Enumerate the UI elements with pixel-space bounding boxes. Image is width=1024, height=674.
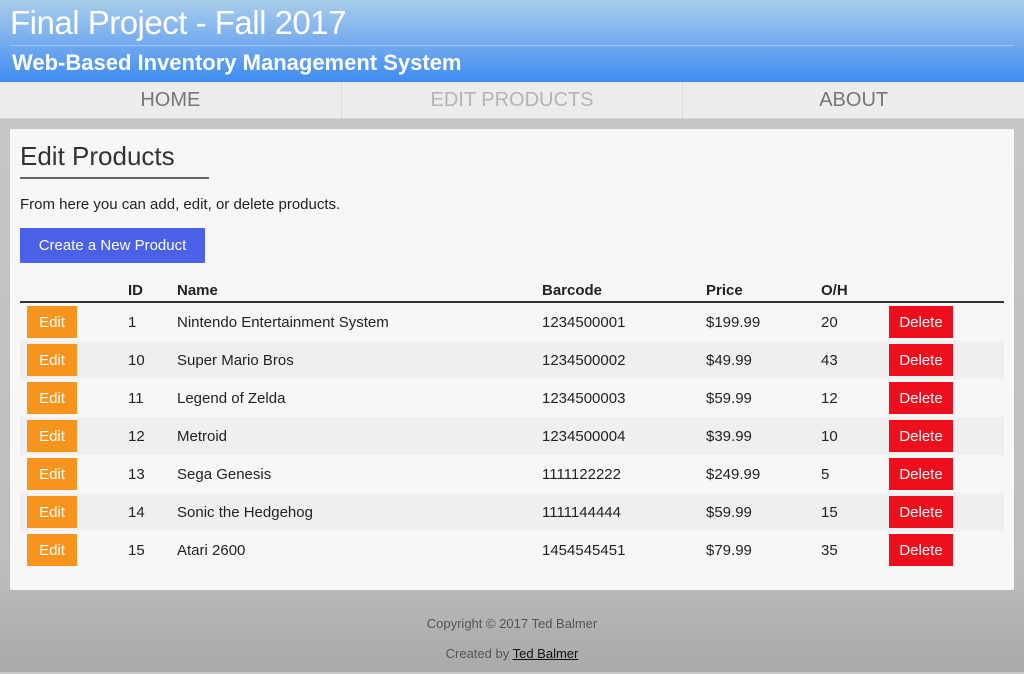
column-header-on-hand: O/H <box>821 276 889 303</box>
edit-cell: Edit <box>20 341 128 379</box>
product-barcode: 1454545451 <box>542 541 626 559</box>
table-row: Edit 13 Sega Genesis 1111122222 $249.99 … <box>20 455 1004 493</box>
delete-button[interactable]: Delete <box>889 306 953 338</box>
page-title: Edit Products <box>20 141 175 171</box>
product-id: 12 <box>128 417 177 455</box>
delete-button[interactable]: Delete <box>889 344 953 376</box>
product-id: 10 <box>128 341 177 379</box>
product-barcode: 1234500001 <box>542 313 626 331</box>
table-row: Edit 14 Sonic the Hedgehog 1111144444 $5… <box>20 493 1004 531</box>
product-barcode: 1111122222 <box>542 465 621 483</box>
product-on-hand: 15 <box>821 493 889 531</box>
nav-about[interactable]: ABOUT <box>683 82 1024 118</box>
delete-button[interactable]: Delete <box>889 496 953 528</box>
delete-cell: Delete <box>889 379 1004 417</box>
column-header-price: Price <box>706 276 821 303</box>
edit-cell: Edit <box>20 379 128 417</box>
author-link[interactable]: Ted Balmer <box>513 646 579 661</box>
edit-button[interactable]: Edit <box>27 420 77 452</box>
delete-button[interactable]: Delete <box>889 458 953 490</box>
product-price: $199.99 <box>706 313 761 331</box>
intro-text: From here you can add, edit, or delete p… <box>20 196 341 213</box>
product-id: 14 <box>128 493 177 531</box>
product-name: Sonic the Hedgehog <box>177 493 542 531</box>
delete-cell: Delete <box>889 455 1004 493</box>
product-on-hand: 10 <box>821 417 889 455</box>
product-on-hand: 20 <box>821 313 838 331</box>
product-price: $49.99 <box>706 341 821 379</box>
product-name: Metroid <box>177 417 542 455</box>
product-price: $59.99 <box>706 493 821 531</box>
product-barcode: 1234500002 <box>542 341 706 379</box>
table-row: Edit 10 Super Mario Bros 1234500002 $49.… <box>20 341 1004 379</box>
edit-cell: Edit <box>20 417 128 455</box>
edit-cell: Edit <box>20 455 128 493</box>
product-id: 11 <box>128 389 144 407</box>
product-on-hand: 5 <box>821 465 830 483</box>
delete-button[interactable]: Delete <box>889 382 953 414</box>
create-product-button[interactable]: Create a New Product <box>20 228 205 263</box>
product-id: 1 <box>128 313 137 331</box>
column-header-delete <box>889 276 1004 303</box>
edit-button[interactable]: Edit <box>27 382 77 414</box>
edit-button[interactable]: Edit <box>27 458 77 490</box>
site-header: Final Project - Fall 2017 Web-Based Inve… <box>0 0 1024 82</box>
column-header-name: Name <box>177 276 542 303</box>
delete-cell: Delete <box>889 417 1004 455</box>
column-header-id: ID <box>128 276 177 303</box>
delete-cell: Delete <box>889 341 1004 379</box>
edit-cell: Edit <box>20 493 128 531</box>
edit-cell: Edit <box>20 531 128 569</box>
product-barcode: 1234500003 <box>542 389 626 407</box>
product-barcode: 1234500004 <box>542 417 706 455</box>
table-header-row: ID Name Barcode Price O/H <box>20 276 1004 303</box>
product-price: $39.99 <box>706 417 821 455</box>
table-row: Edit 11 Legend of Zelda 1234500003 $59.9… <box>20 379 1004 417</box>
product-name: Legend of Zelda <box>177 389 286 407</box>
product-on-hand: 43 <box>821 341 889 379</box>
site-footer: Copyright © 2017 Ted Balmer Created by T… <box>0 614 1024 674</box>
delete-cell: Delete <box>889 493 1004 531</box>
product-name: Super Mario Bros <box>177 341 542 379</box>
table-row: Edit 15 Atari 2600 1454545451 $79.99 35 … <box>20 531 1004 569</box>
main-nav: HOME EDIT PRODUCTS ABOUT <box>0 82 1024 119</box>
column-header-actions <box>20 276 128 303</box>
edit-button[interactable]: Edit <box>27 534 77 566</box>
delete-button[interactable]: Delete <box>889 534 953 566</box>
site-title: Final Project - Fall 2017 <box>10 4 346 41</box>
product-on-hand: 35 <box>821 541 838 559</box>
product-price: $249.99 <box>706 465 761 483</box>
delete-button[interactable]: Delete <box>889 420 953 452</box>
product-name: Sega Genesis <box>177 465 272 483</box>
table-row: Edit 1 Nintendo Entertainment System 123… <box>20 302 1004 341</box>
product-name: Nintendo Entertainment System <box>177 313 389 331</box>
product-price: $59.99 <box>706 389 752 407</box>
nav-edit-products[interactable]: EDIT PRODUCTS <box>342 82 684 118</box>
product-price: $79.99 <box>706 541 752 559</box>
edit-button[interactable]: Edit <box>27 344 77 376</box>
product-id: 15 <box>128 541 145 559</box>
edit-button[interactable]: Edit <box>27 496 77 528</box>
column-header-barcode: Barcode <box>542 276 706 303</box>
products-table: ID Name Barcode Price O/H Edit 1 Nintend… <box>20 276 1004 569</box>
edit-cell: Edit <box>20 302 128 341</box>
product-name: Atari 2600 <box>177 541 246 559</box>
header-divider <box>10 45 1014 46</box>
delete-cell: Delete <box>889 302 1004 341</box>
title-underline <box>20 177 209 179</box>
product-barcode: 1111144444 <box>542 493 706 531</box>
copyright-text: Copyright © 2017 Ted Balmer <box>426 616 598 631</box>
site-subtitle: Web-Based Inventory Management System <box>12 50 462 75</box>
table-row: Edit 12 Metroid 1234500004 $39.99 10 Del… <box>20 417 1004 455</box>
delete-cell: Delete <box>889 531 1004 569</box>
credits-line: Created by Ted Balmer <box>0 644 1024 674</box>
created-by-label: Created by <box>445 646 510 661</box>
edit-button[interactable]: Edit <box>27 306 77 338</box>
product-on-hand: 12 <box>821 389 838 407</box>
product-id: 13 <box>128 465 145 483</box>
content-panel: Edit Products From here you can add, edi… <box>10 129 1014 590</box>
nav-home[interactable]: HOME <box>0 82 342 118</box>
